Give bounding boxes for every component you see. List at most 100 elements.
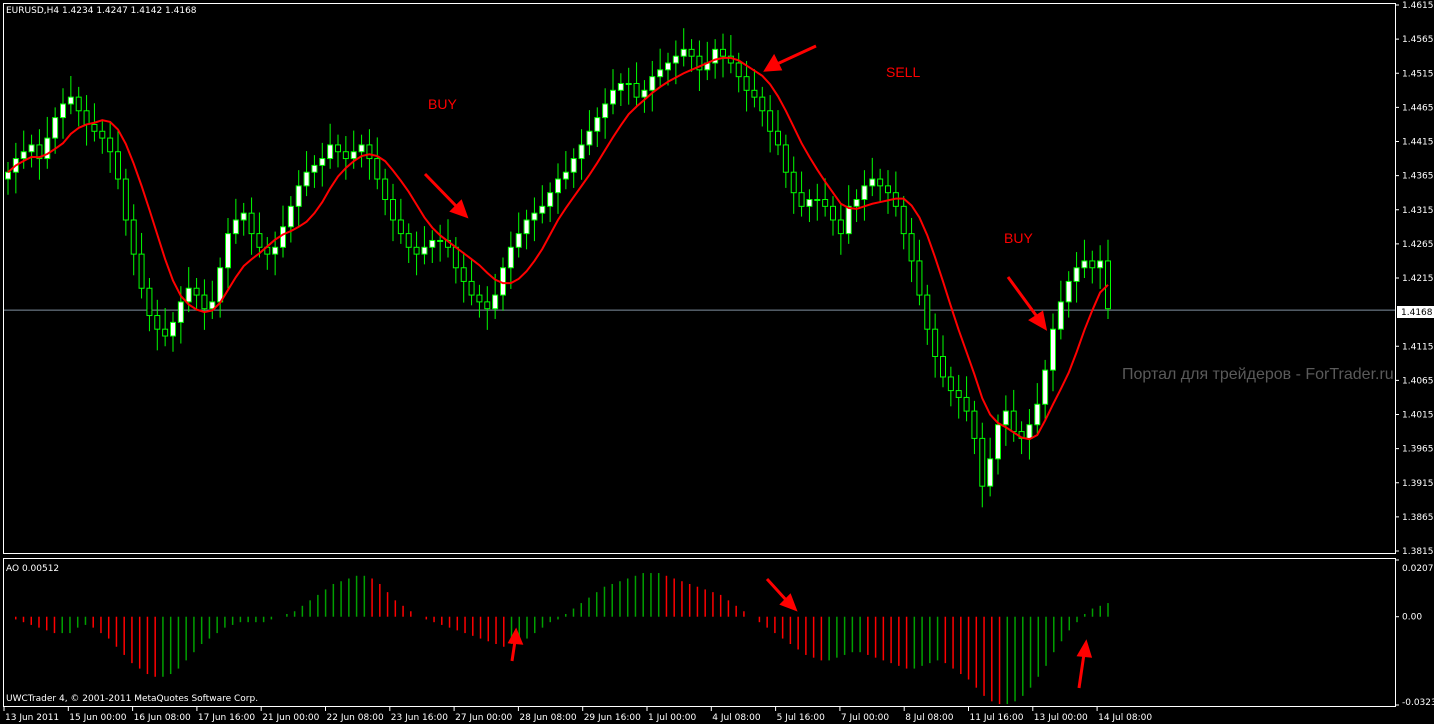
trading-chart[interactable]: 1.4615 1.4565 1.4515 1.4465 1.4415 1.4365 1.43… [0, 0, 1434, 724]
candle[interactable] [617, 73, 624, 107]
candle[interactable] [335, 134, 341, 168]
candle[interactable] [767, 95, 774, 153]
candle[interactable] [900, 196, 907, 250]
candle[interactable] [704, 41, 711, 81]
candle[interactable] [397, 198, 404, 244]
candle[interactable] [201, 279, 208, 330]
candle[interactable] [853, 189, 860, 223]
candle[interactable] [429, 230, 436, 263]
candle[interactable] [225, 217, 231, 289]
candle[interactable] [515, 212, 522, 258]
candle[interactable] [146, 278, 153, 332]
candle[interactable] [44, 116, 51, 169]
candle[interactable] [1105, 239, 1111, 319]
candle[interactable] [963, 376, 970, 422]
candle[interactable] [790, 156, 797, 214]
candle[interactable] [445, 219, 451, 258]
candle[interactable] [892, 171, 899, 217]
candle[interactable] [170, 312, 176, 352]
candle[interactable] [979, 422, 986, 508]
candle[interactable] [303, 151, 310, 197]
candle[interactable] [885, 170, 891, 214]
candle[interactable] [680, 28, 687, 67]
ao-histogram[interactable] [8, 573, 1109, 705]
candle[interactable] [539, 185, 546, 224]
candle[interactable] [531, 197, 538, 242]
candle[interactable] [5, 161, 11, 195]
candle[interactable] [641, 80, 648, 113]
candle[interactable] [916, 239, 923, 306]
candle[interactable] [987, 437, 994, 497]
candle[interactable] [382, 168, 389, 216]
candle[interactable] [947, 366, 954, 407]
candle[interactable] [217, 257, 224, 318]
candle[interactable] [908, 217, 915, 283]
candle[interactable] [798, 171, 805, 217]
candle[interactable] [1081, 239, 1088, 278]
candle[interactable] [240, 202, 247, 236]
candle[interactable] [1034, 383, 1041, 435]
candle[interactable] [287, 196, 294, 243]
candle[interactable] [720, 33, 726, 78]
candle[interactable] [319, 142, 326, 187]
candle[interactable] [861, 170, 868, 221]
candle[interactable] [1073, 252, 1080, 303]
candle[interactable] [688, 39, 695, 72]
candle[interactable] [295, 170, 302, 228]
candle[interactable] [547, 182, 554, 223]
candle[interactable] [232, 198, 239, 244]
candle[interactable] [743, 60, 750, 112]
candle[interactable] [775, 110, 781, 156]
candle[interactable] [1089, 250, 1096, 284]
candle[interactable] [845, 185, 852, 244]
candle[interactable] [1057, 280, 1064, 340]
candle[interactable] [1026, 409, 1033, 460]
candle[interactable] [67, 75, 74, 115]
candle[interactable] [342, 136, 349, 180]
candle[interactable] [130, 204, 137, 276]
candle[interactable] [311, 155, 318, 188]
candle[interactable] [122, 168, 129, 236]
candle[interactable] [452, 237, 459, 284]
candle[interactable] [610, 69, 616, 115]
candle[interactable] [877, 168, 884, 202]
candle[interactable] [99, 121, 106, 154]
candle[interactable] [36, 129, 43, 180]
candle[interactable] [468, 260, 475, 306]
candle[interactable] [20, 130, 27, 169]
candle[interactable] [633, 62, 640, 108]
candle[interactable] [837, 204, 844, 255]
candle[interactable] [570, 148, 577, 188]
candle[interactable] [782, 134, 789, 188]
candle[interactable] [578, 129, 585, 180]
candle[interactable] [649, 60, 656, 112]
candle[interactable] [115, 130, 121, 190]
candle[interactable] [500, 257, 506, 311]
candle[interactable] [193, 278, 200, 311]
candle[interactable] [413, 231, 420, 276]
candle[interactable] [28, 134, 35, 168]
candle[interactable] [248, 197, 255, 255]
candle[interactable] [484, 286, 491, 330]
candle[interactable] [727, 35, 734, 74]
candle[interactable] [625, 67, 632, 105]
candle[interactable] [1002, 395, 1009, 446]
candle[interactable] [1042, 359, 1049, 420]
candle[interactable] [476, 284, 483, 318]
candle[interactable] [374, 137, 381, 190]
candle[interactable] [751, 69, 758, 108]
candle[interactable] [955, 374, 962, 419]
candle[interactable] [507, 231, 514, 289]
candle[interactable] [209, 280, 216, 319]
candle[interactable] [437, 224, 444, 262]
candle[interactable] [830, 196, 836, 236]
candle[interactable] [162, 308, 169, 347]
candle[interactable] [75, 86, 82, 127]
candle[interactable] [1097, 245, 1104, 289]
candle[interactable] [405, 223, 412, 263]
candle[interactable] [602, 88, 609, 139]
candle[interactable] [1065, 271, 1072, 318]
candle[interactable] [421, 226, 428, 265]
candle[interactable] [940, 335, 946, 388]
candle[interactable] [971, 400, 978, 455]
